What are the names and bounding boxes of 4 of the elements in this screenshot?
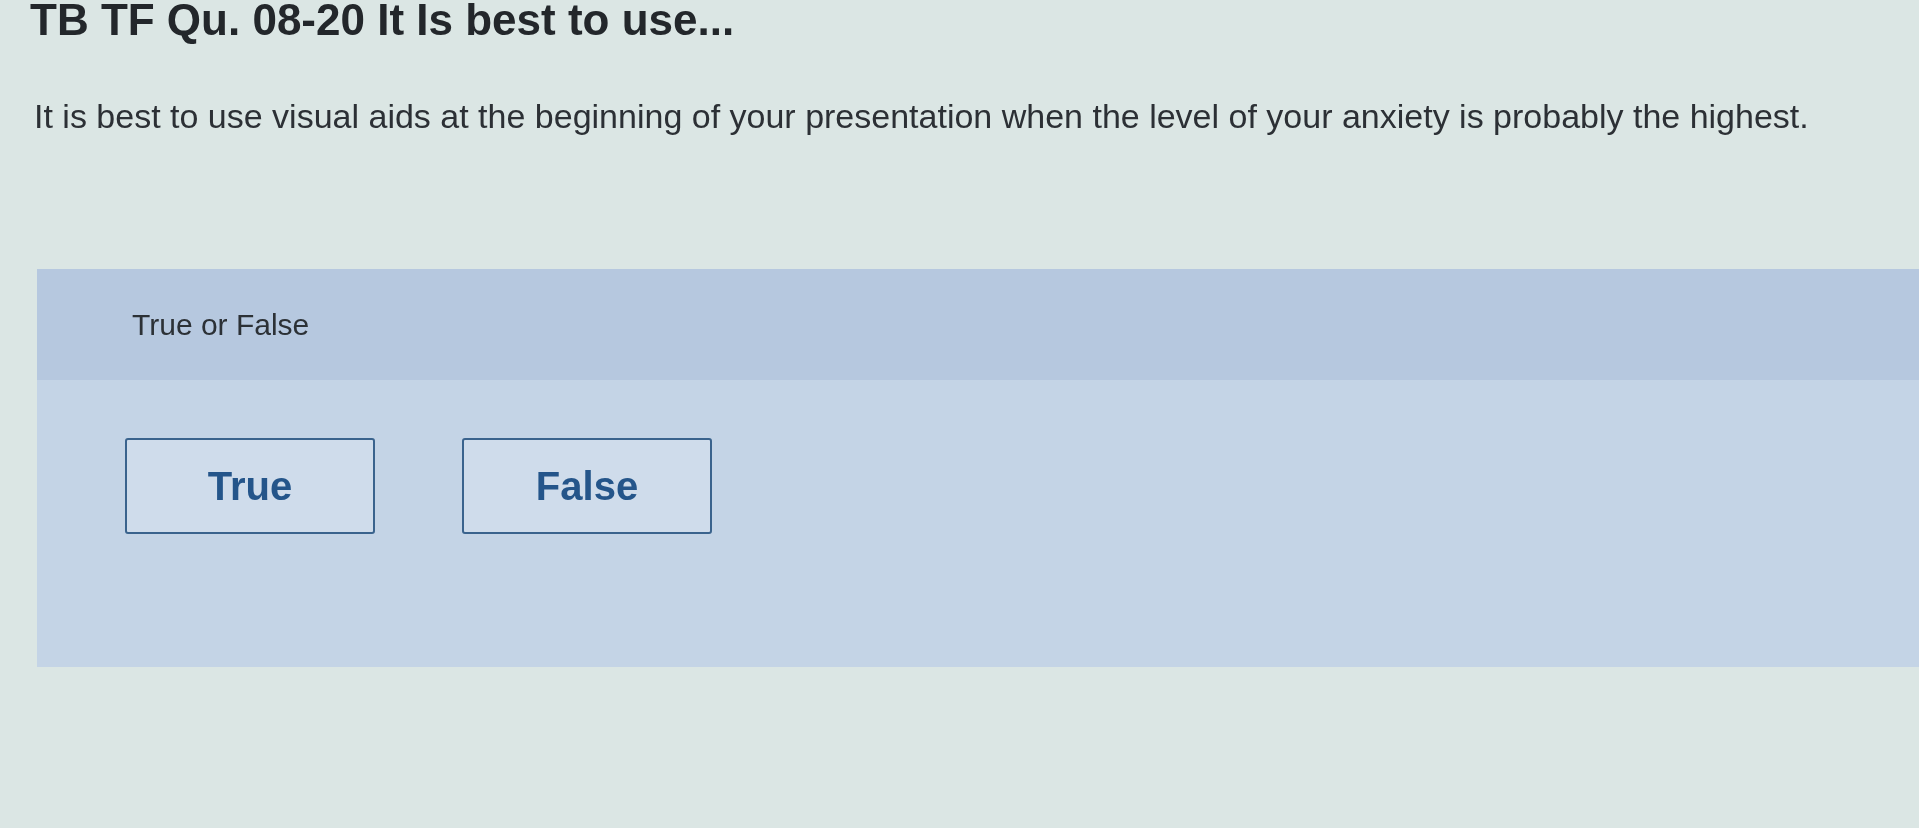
answer-option-button[interactable]: True: [125, 438, 375, 534]
question-text: It is best to use visual aids at the beginning of your presentation when the level of your anxiety is probably the highest.: [34, 96, 1809, 136]
question-type-label: True or False: [132, 307, 310, 342]
answer-option-button[interactable]: False: [462, 438, 712, 534]
